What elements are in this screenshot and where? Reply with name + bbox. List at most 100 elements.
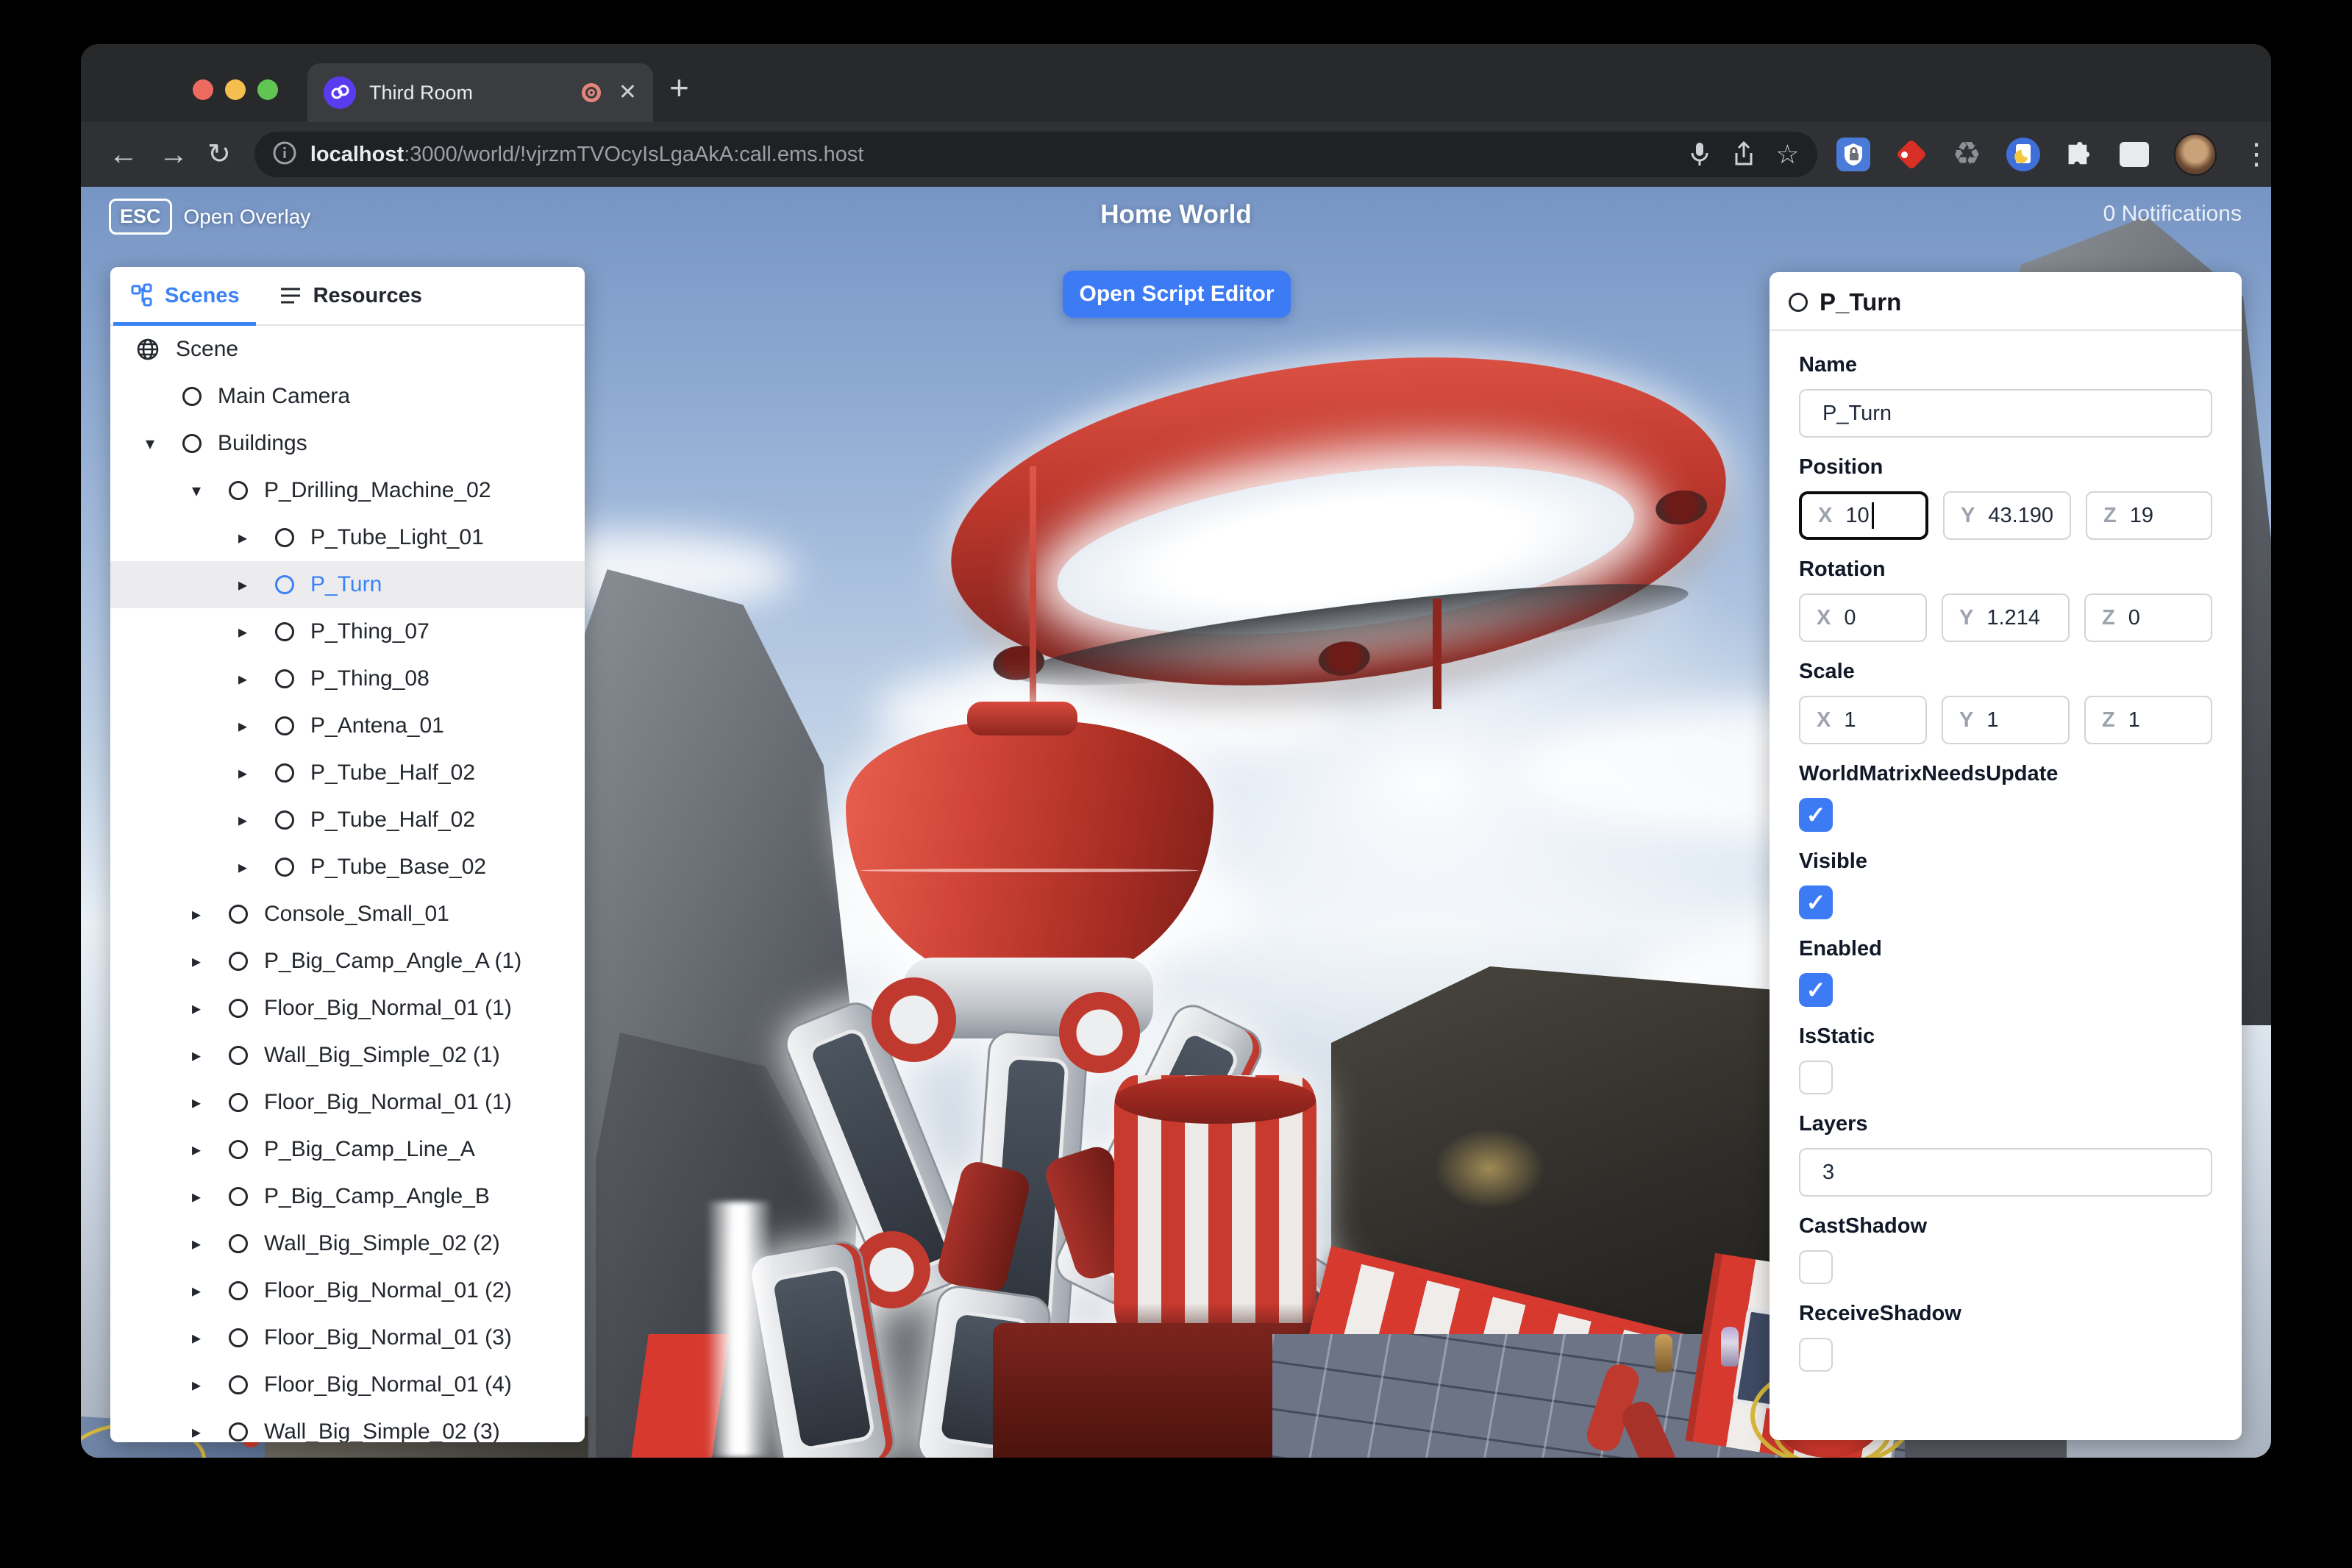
position-z-input[interactable]: Z 19 xyxy=(2086,491,2213,540)
receiveshadow-checkbox[interactable] xyxy=(1799,1338,1833,1372)
rotation-z-input[interactable]: Z0 xyxy=(2084,594,2212,642)
bookmark-star-icon[interactable]: ☆ xyxy=(1775,141,1799,168)
tree-item[interactable]: ▾ Buildings xyxy=(110,420,585,467)
red-diamond-extension-icon[interactable] xyxy=(1895,138,1928,171)
tree-item[interactable]: ▸ P_Tube_Half_02 xyxy=(110,797,585,844)
microphone-icon[interactable] xyxy=(1687,140,1712,168)
properties-panel: P_Turn Name P_Turn Position X 10 Y 43.190 Z 19 Ro… xyxy=(1770,272,2242,1440)
3d-viewport[interactable]: ESC Open Overlay Home World 0 Notificati… xyxy=(81,187,2271,1458)
node-circle-icon xyxy=(229,1281,248,1300)
chevron-right-icon[interactable]: ▸ xyxy=(192,1422,201,1443)
chevron-right-icon[interactable]: ▸ xyxy=(192,951,201,972)
browser-menu-kebab-icon[interactable]: ⋮ xyxy=(2242,140,2271,169)
visible-checkbox[interactable]: ✓ xyxy=(1799,885,1833,919)
new-tab-button[interactable]: + xyxy=(669,71,689,104)
scale-y-input[interactable]: Y1 xyxy=(1942,696,2070,744)
axis-label: Z xyxy=(2102,708,2115,732)
minimize-window-button[interactable] xyxy=(225,79,246,100)
node-circle-icon xyxy=(275,810,294,830)
recycle-extension-icon[interactable]: ♻ xyxy=(1953,138,1981,171)
chevron-right-icon[interactable]: ▸ xyxy=(192,998,201,1019)
tree-item[interactable]: ▸ P_Tube_Base_02 xyxy=(110,844,585,891)
position-y-input[interactable]: Y 43.190 xyxy=(1942,491,2072,540)
tree-item[interactable]: Main Camera xyxy=(110,373,585,420)
tree-item[interactable]: ▸ P_Thing_07 xyxy=(110,608,585,655)
tree-item[interactable]: ▸ P_Tube_Half_02 xyxy=(110,749,585,797)
tree-item[interactable]: ▸ Wall_Big_Simple_02 (1) xyxy=(110,1032,585,1079)
share-icon[interactable] xyxy=(1731,140,1756,168)
tab-resources[interactable]: Resources xyxy=(259,267,441,324)
tree-item[interactable]: ▸ Wall_Big_Simple_02 (2) xyxy=(110,1220,585,1267)
side-panel-icon[interactable] xyxy=(2120,142,2149,167)
chevron-down-icon[interactable]: ▾ xyxy=(192,480,201,502)
profile-avatar[interactable] xyxy=(2174,133,2217,176)
chevron-right-icon[interactable]: ▸ xyxy=(192,1328,201,1349)
name-input[interactable]: P_Turn xyxy=(1799,389,2212,438)
tree-item[interactable]: ▸ Wall_Big_Simple_02 (3) xyxy=(110,1408,585,1442)
tree-item[interactable]: ▸ P_Thing_08 xyxy=(110,655,585,702)
chevron-right-icon[interactable]: ▸ xyxy=(192,1092,201,1113)
chevron-right-icon[interactable]: ▸ xyxy=(192,904,201,925)
url-bar[interactable]: localhost:3000/world/!vjrzmTVOcyIsLgaAkA… xyxy=(254,132,1817,177)
reload-button[interactable]: ↻ xyxy=(207,140,231,168)
tree-item[interactable]: ▸ Floor_Big_Normal_01 (4) xyxy=(110,1361,585,1408)
tree-item[interactable]: ▸ Floor_Big_Normal_01 (2) xyxy=(110,1267,585,1314)
chevron-right-icon[interactable]: ▸ xyxy=(192,1139,201,1161)
tree-item[interactable]: ▸ P_Turn xyxy=(110,561,585,608)
forward-button[interactable]: → xyxy=(159,140,188,169)
layers-input[interactable]: 3 xyxy=(1799,1148,2212,1197)
chevron-right-icon[interactable]: ▸ xyxy=(238,527,247,549)
back-button[interactable]: ← xyxy=(109,140,138,169)
chevron-right-icon[interactable]: ▸ xyxy=(238,716,247,737)
hud-top: ESC Open Overlay Home World 0 Notificati… xyxy=(81,187,2271,253)
zoom-window-button[interactable] xyxy=(257,79,278,100)
tree-item[interactable]: Scene xyxy=(110,326,585,373)
chevron-right-icon[interactable]: ▸ xyxy=(192,1233,201,1255)
tree-item[interactable]: ▸ P_Big_Camp_Line_A xyxy=(110,1126,585,1173)
chevron-right-icon[interactable]: ▸ xyxy=(192,1186,201,1208)
tree-item[interactable]: ▸ P_Big_Camp_Angle_A (1) xyxy=(110,938,585,985)
chevron-right-icon[interactable]: ▸ xyxy=(238,621,247,643)
tab-close-icon[interactable]: ✕ xyxy=(619,82,637,104)
night-doc-extension-icon[interactable] xyxy=(2006,138,2040,171)
chevron-right-icon[interactable]: ▸ xyxy=(238,857,247,878)
tree-item[interactable]: ▾ P_Drilling_Machine_02 xyxy=(110,467,585,514)
open-script-editor-button[interactable]: Open Script Editor xyxy=(1063,271,1291,318)
privacy-shield-extension-icon[interactable] xyxy=(1836,138,1870,171)
rotation-y-input[interactable]: Y 1.214 xyxy=(1942,594,2070,642)
chevron-right-icon[interactable]: ▸ xyxy=(238,669,247,690)
tree-item[interactable]: ▸ P_Antena_01 xyxy=(110,702,585,749)
worldmatrixneedsupdate-checkbox[interactable]: ✓ xyxy=(1799,798,1833,832)
chevron-right-icon[interactable]: ▸ xyxy=(238,763,247,784)
scale-z-input[interactable]: Z1 xyxy=(2084,696,2212,744)
browser-tab[interactable]: Third Room ✕ xyxy=(307,63,653,122)
tree-item-label: Console_Small_01 xyxy=(264,902,449,926)
isstatic-checkbox[interactable] xyxy=(1799,1061,1833,1094)
chevron-right-icon[interactable]: ▸ xyxy=(192,1375,201,1396)
tree-item[interactable]: ▸ Floor_Big_Normal_01 (1) xyxy=(110,1079,585,1126)
chevron-right-icon[interactable]: ▸ xyxy=(238,810,247,831)
site-info-icon[interactable] xyxy=(272,140,297,169)
tree-item[interactable]: ▸ Floor_Big_Normal_01 (1) xyxy=(110,985,585,1032)
chevron-right-icon[interactable]: ▸ xyxy=(192,1045,201,1066)
scale-x-input[interactable]: X1 xyxy=(1799,696,1927,744)
tree-item[interactable]: ▸ P_Tube_Light_01 xyxy=(110,514,585,561)
position-x-input[interactable]: X 10 xyxy=(1799,491,1928,540)
tree-item-label: Floor_Big_Normal_01 (1) xyxy=(264,1090,512,1114)
tree-item[interactable]: ▸ P_Big_Camp_Angle_B xyxy=(110,1173,585,1220)
chevron-right-icon[interactable]: ▸ xyxy=(192,1280,201,1302)
notifications-label[interactable]: 0 Notifications xyxy=(2103,202,2242,227)
chevron-down-icon[interactable]: ▾ xyxy=(146,433,154,455)
tree-item[interactable]: ▸ Floor_Big_Normal_01 (3) xyxy=(110,1314,585,1361)
enabled-checkbox[interactable]: ✓ xyxy=(1799,973,1833,1007)
tab-scenes[interactable]: Scenes xyxy=(110,267,259,326)
browser-titlebar: Third Room ✕ + xyxy=(81,44,2271,122)
tree-item[interactable]: ▸ Console_Small_01 xyxy=(110,891,585,938)
tree-item-label: P_Big_Camp_Line_A xyxy=(264,1137,475,1161)
rotation-x-input[interactable]: X0 xyxy=(1799,594,1927,642)
extensions-puzzle-icon[interactable] xyxy=(2065,138,2095,171)
castshadow-checkbox[interactable] xyxy=(1799,1250,1833,1284)
properties-header: P_Turn xyxy=(1770,272,2242,331)
close-window-button[interactable] xyxy=(193,79,213,100)
chevron-right-icon[interactable]: ▸ xyxy=(238,574,247,596)
